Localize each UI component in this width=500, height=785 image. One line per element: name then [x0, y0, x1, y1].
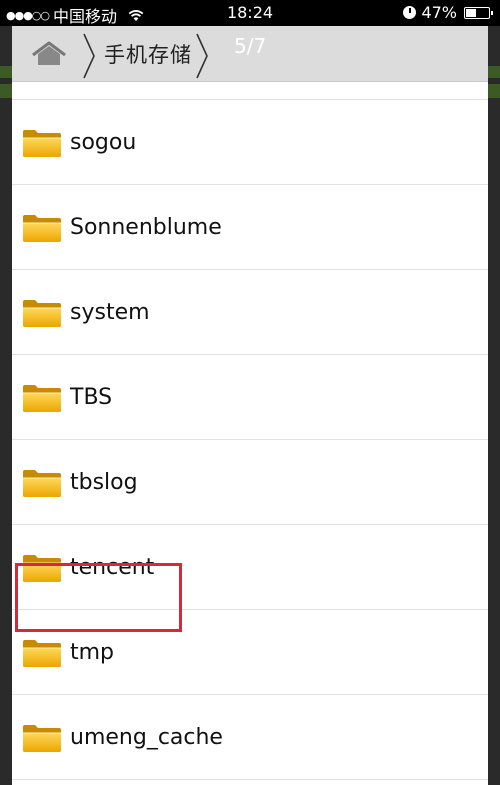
page-indicator: 5/7	[234, 34, 267, 58]
folder-icon	[23, 300, 61, 327]
folder-list-item-sonnenblume[interactable]: Sonnenblume	[12, 185, 488, 270]
folder-icon	[23, 215, 61, 242]
list-item-partial	[12, 81, 488, 100]
folder-icon	[23, 640, 61, 667]
folder-list-item-system[interactable]: system	[12, 270, 488, 355]
folder-list-item-tbs[interactable]: TBS	[12, 355, 488, 440]
backdrop-left	[0, 26, 12, 785]
status-bar: ●●●○○ 中国移动 18:24 47%	[0, 0, 500, 26]
folder-name: Sonnenblume	[70, 215, 222, 240]
folder-icon	[23, 470, 61, 497]
breadcrumb-chevron-icon	[83, 33, 95, 79]
breadcrumb-item-phone-storage[interactable]: 手机存储	[104, 39, 192, 69]
folder-name: umeng_cache	[70, 725, 223, 750]
folder-name: TBS	[70, 385, 113, 410]
battery-percent: 47%	[421, 3, 457, 22]
folder-list-item-tbslog[interactable]: tbslog	[12, 440, 488, 525]
folder-icon	[23, 130, 61, 157]
folder-list[interactable]: sogou Sonnenblume system TBS tbslog tenc…	[12, 81, 488, 780]
backdrop-right	[488, 26, 500, 785]
highlight-box	[15, 563, 182, 632]
battery-icon	[464, 6, 493, 19]
home-icon[interactable]	[30, 40, 68, 68]
breadcrumb: 手机存储 5/7	[12, 26, 488, 82]
folder-list-item-sogou[interactable]: sogou	[12, 100, 488, 185]
folder-name: system	[70, 300, 150, 325]
breadcrumb-chevron-icon	[196, 33, 208, 79]
folder-list-item-umeng-cache[interactable]: umeng_cache	[12, 695, 488, 780]
folder-name: tbslog	[70, 470, 138, 495]
folder-name: sogou	[70, 130, 137, 155]
file-browser-panel: 手机存储 5/7 sogou Sonnenblume system TBS tb…	[12, 26, 488, 785]
folder-name: tmp	[70, 640, 115, 665]
folder-icon	[23, 725, 61, 752]
status-right: 47%	[403, 3, 493, 22]
alarm-clock-icon	[403, 6, 417, 19]
folder-icon	[23, 385, 61, 412]
